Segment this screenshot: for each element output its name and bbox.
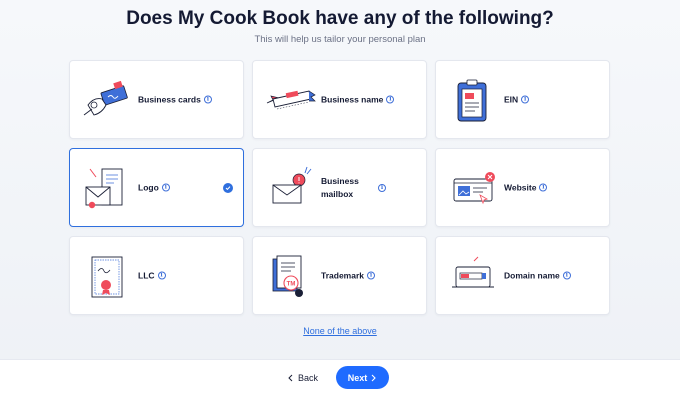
options-grid: Business cards i Business name i EIN i L… [69, 60, 610, 315]
option-label: LLC [138, 270, 155, 280]
option-logo[interactable]: Logo i [69, 148, 244, 227]
option-business-mailbox[interactable]: Business mailbox i [252, 148, 427, 227]
option-label: EIN [504, 94, 519, 104]
back-button[interactable]: Back [287, 369, 318, 387]
trademark-icon: TM [272, 255, 303, 297]
option-business-cards[interactable]: Business cards i [69, 60, 244, 139]
option-domain-name[interactable]: Domain name i [435, 236, 610, 315]
chevron-right-icon [371, 374, 377, 381]
info-icon[interactable]: i [157, 271, 166, 280]
option-llc[interactable]: LLC i [69, 236, 244, 315]
llc-certificate-icon [91, 256, 123, 298]
option-business-name[interactable]: Business name i [252, 60, 427, 139]
option-label: Business name [321, 94, 384, 104]
info-icon[interactable]: i [367, 271, 375, 280]
domain-name-icon [452, 256, 494, 288]
option-ein[interactable]: EIN i [435, 60, 610, 139]
option-label: Website [504, 182, 537, 192]
info-icon[interactable]: i [203, 95, 212, 104]
option-label: Business cards [138, 94, 201, 104]
page-title: Does My Cook Book have any of the follow… [126, 8, 554, 29]
svg-text:TM: TM [287, 282, 296, 288]
option-label: Trademark [321, 270, 364, 280]
selected-check-icon [223, 182, 233, 193]
info-icon[interactable]: i [161, 183, 170, 192]
back-label: Back [298, 373, 319, 383]
info-icon[interactable]: i [378, 183, 386, 192]
none-of-the-above-link[interactable]: None of the above [0, 326, 680, 336]
info-icon[interactable]: i [521, 95, 530, 104]
option-website[interactable]: Website i [435, 148, 610, 227]
logo-icon [85, 168, 123, 209]
business-cards-icon [83, 80, 128, 116]
option-label: Domain name [504, 270, 560, 280]
option-trademark[interactable]: TM Trademark i [252, 236, 427, 315]
next-button[interactable]: Next [336, 366, 389, 389]
next-label: Next [347, 372, 368, 383]
info-icon[interactable]: i [562, 271, 571, 280]
option-label: Logo [138, 182, 159, 192]
ein-icon [457, 79, 487, 122]
mailbox-icon [272, 166, 312, 204]
chevron-left-icon [288, 374, 293, 382]
footer-bar: Back Next [0, 359, 680, 393]
page-subtitle: This will help us tailor your personal p… [254, 34, 426, 45]
business-name-icon [266, 90, 316, 110]
info-icon[interactable]: i [539, 183, 548, 192]
option-label: Business mailbox [321, 175, 359, 199]
info-icon[interactable]: i [386, 95, 395, 104]
website-icon [453, 172, 495, 205]
